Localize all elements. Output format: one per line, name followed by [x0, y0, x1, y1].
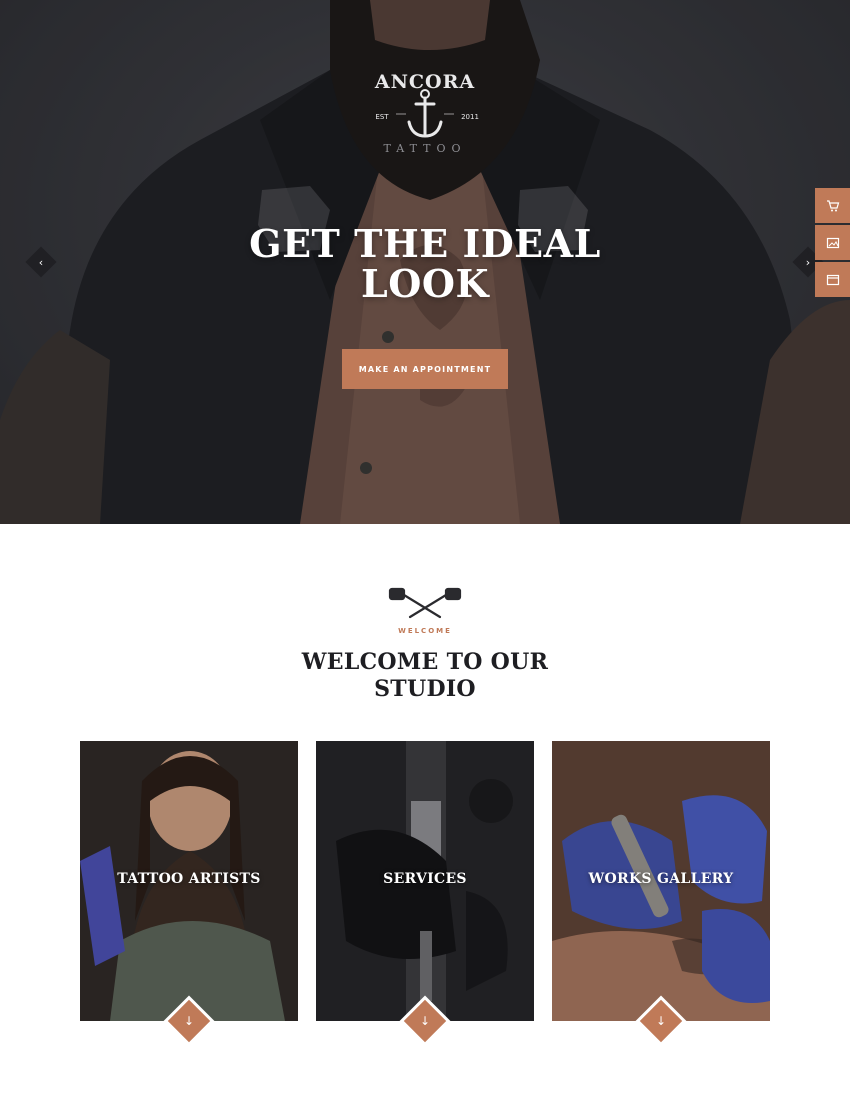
chevron-left-icon: ‹: [38, 255, 44, 269]
ancora-logo: ANCORA EST 2011 TATTOO: [374, 71, 479, 155]
arrow-down-icon: ↓: [655, 1014, 667, 1028]
cart-button[interactable]: [815, 188, 850, 223]
side-toolbar: [815, 188, 850, 299]
welcome-kicker: WELCOME: [398, 627, 452, 635]
hero-slider: ANCORA EST 2011 TATTOO GET THE IDEAL LOO…: [0, 0, 850, 524]
chevron-right-icon: ›: [805, 255, 811, 269]
arrow-down-icon: ↓: [183, 1014, 195, 1028]
welcome-title: WELCOME TO OUR STUDIO: [301, 649, 549, 702]
welcome-section: WELCOME WELCOME TO OUR STUDIO TATTOO ART…: [0, 524, 850, 1099]
svg-text:TATTOO: TATTOO: [384, 142, 467, 155]
arrow-down-icon: ↓: [419, 1014, 431, 1028]
card-arrow-button[interactable]: ↓: [639, 999, 683, 1043]
card-services[interactable]: SERVICES ↓: [316, 741, 534, 1043]
card-arrow-button[interactable]: ↓: [403, 999, 447, 1043]
crossed-tattoo-machines-icon: [388, 587, 462, 619]
image-icon: [826, 237, 839, 248]
svg-text:EST: EST: [375, 113, 389, 121]
card-label: WORKS GALLERY: [588, 871, 734, 887]
image-button[interactable]: [815, 225, 850, 260]
card-label: TATTOO ARTISTS: [117, 871, 261, 887]
card-tattoo-artists[interactable]: TATTOO ARTISTS ↓: [80, 741, 298, 1043]
card-label: SERVICES: [383, 871, 467, 887]
slider-prev-button[interactable]: ‹: [25, 246, 57, 278]
card-arrow-button[interactable]: ↓: [167, 999, 211, 1043]
window-button[interactable]: [815, 262, 850, 297]
card-works-gallery[interactable]: WORKS GALLERY ↓: [552, 741, 770, 1043]
make-appointment-button[interactable]: MAKE AN APPOINTMENT: [342, 349, 508, 389]
svg-text:2011: 2011: [461, 113, 479, 121]
cart-icon: [826, 199, 839, 211]
window-icon: [826, 274, 839, 285]
hero-title: GET THE IDEAL LOOK: [249, 221, 601, 306]
